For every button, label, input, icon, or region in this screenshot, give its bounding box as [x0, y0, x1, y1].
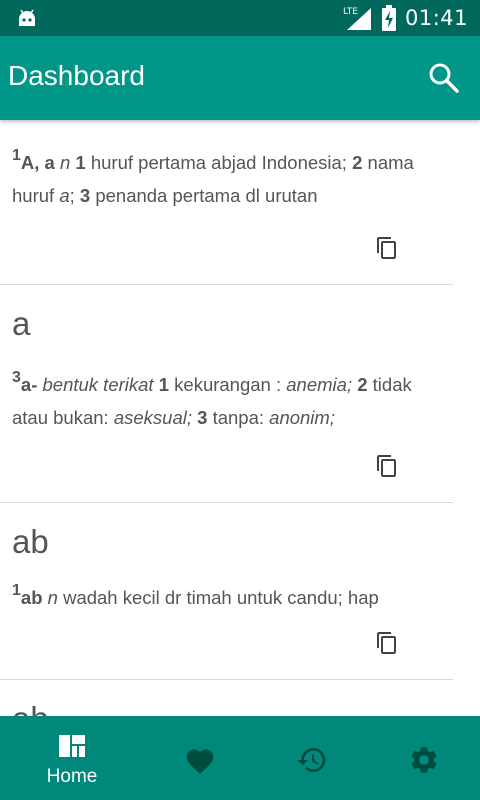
nav-home[interactable]: Home	[12, 716, 132, 800]
definition-text: tanpa:	[212, 407, 265, 429]
list-item[interactable]: ab 1ab n wadah kecil dr timah untuk cand…	[0, 503, 453, 680]
lte-signal-icon: LTE	[343, 7, 371, 30]
entry-definition: 1ab n wadah kecil dr timah untuk candu; …	[12, 576, 442, 614]
sense-number: 1	[158, 374, 170, 396]
definition-text: kekurangan :	[174, 374, 282, 396]
battery-charging-icon	[381, 5, 396, 31]
copy-icon[interactable]	[375, 454, 399, 478]
example-text: a	[59, 185, 70, 207]
entry-definition: 3a- bentuk terikat 1 kekurangan : anemia…	[12, 363, 442, 434]
network-type: LTE	[343, 7, 358, 17]
history-icon	[297, 748, 326, 772]
nav-home-label: Home	[46, 766, 98, 787]
headword: a-	[20, 374, 38, 396]
search-icon[interactable]	[428, 62, 460, 94]
example-text: anonim;	[269, 407, 335, 429]
part-of-speech: n	[47, 587, 58, 609]
nav-history[interactable]	[252, 716, 372, 800]
app-bar: Dashboard	[0, 36, 480, 120]
status-icons: LTE 01:41	[343, 0, 468, 36]
copy-icon[interactable]	[375, 631, 399, 655]
sense-number: 2	[357, 374, 368, 396]
status-bar: LTE 01:41	[0, 0, 480, 36]
nav-favorites[interactable]	[140, 716, 260, 800]
homonym-number: 1	[12, 147, 21, 164]
homonym-number: 3	[12, 369, 21, 386]
heart-icon	[186, 749, 214, 774]
list-item[interactable]: 1A, a n 1 huruf pertama abjad Indonesia;…	[0, 120, 453, 285]
list-item[interactable]: ab	[0, 680, 453, 716]
nav-settings[interactable]	[364, 716, 480, 800]
list-item[interactable]: a 3a- bentuk terikat 1 kekurangan : anem…	[0, 285, 453, 503]
entry-title: ab	[12, 700, 49, 716]
entry-definition: 1A, a n 1 huruf pertama abjad Indonesia;…	[12, 141, 442, 212]
headword: A, a	[20, 152, 55, 174]
headword: ab	[20, 587, 43, 609]
sense-number: 1	[75, 152, 86, 174]
entry-title: ab	[12, 523, 49, 560]
gear-icon	[411, 747, 437, 773]
definition-text: penanda pertama dl urutan	[95, 185, 318, 207]
sense-number: 3	[79, 185, 91, 207]
definition-text: huruf pertama abjad Indonesia;	[90, 152, 347, 174]
dashboard-icon	[59, 735, 85, 757]
entry-title: a	[12, 305, 31, 342]
example-text: anemia;	[286, 374, 353, 396]
copy-icon[interactable]	[375, 236, 399, 260]
sense-number: 2	[352, 152, 363, 174]
page-title: Dashboard	[8, 60, 145, 91]
label-text: bentuk terikat	[42, 374, 154, 396]
part-of-speech: n	[59, 152, 71, 174]
homonym-number: 1	[12, 582, 21, 599]
clock: 01:41	[404, 6, 468, 30]
definition-text: wadah kecil dr timah untuk candu; hap	[63, 587, 379, 609]
definition-text: ;	[69, 185, 75, 207]
bottom-navigation: Home	[0, 716, 480, 800]
app-screen: LTE 01:41 Dashboard 1A, a n 1 huruf pert…	[0, 0, 480, 800]
example-text: aseksual;	[113, 407, 192, 429]
sense-number: 3	[197, 407, 208, 429]
entry-list[interactable]: 1A, a n 1 huruf pertama abjad Indonesia;…	[0, 120, 453, 716]
android-icon	[19, 9, 35, 26]
